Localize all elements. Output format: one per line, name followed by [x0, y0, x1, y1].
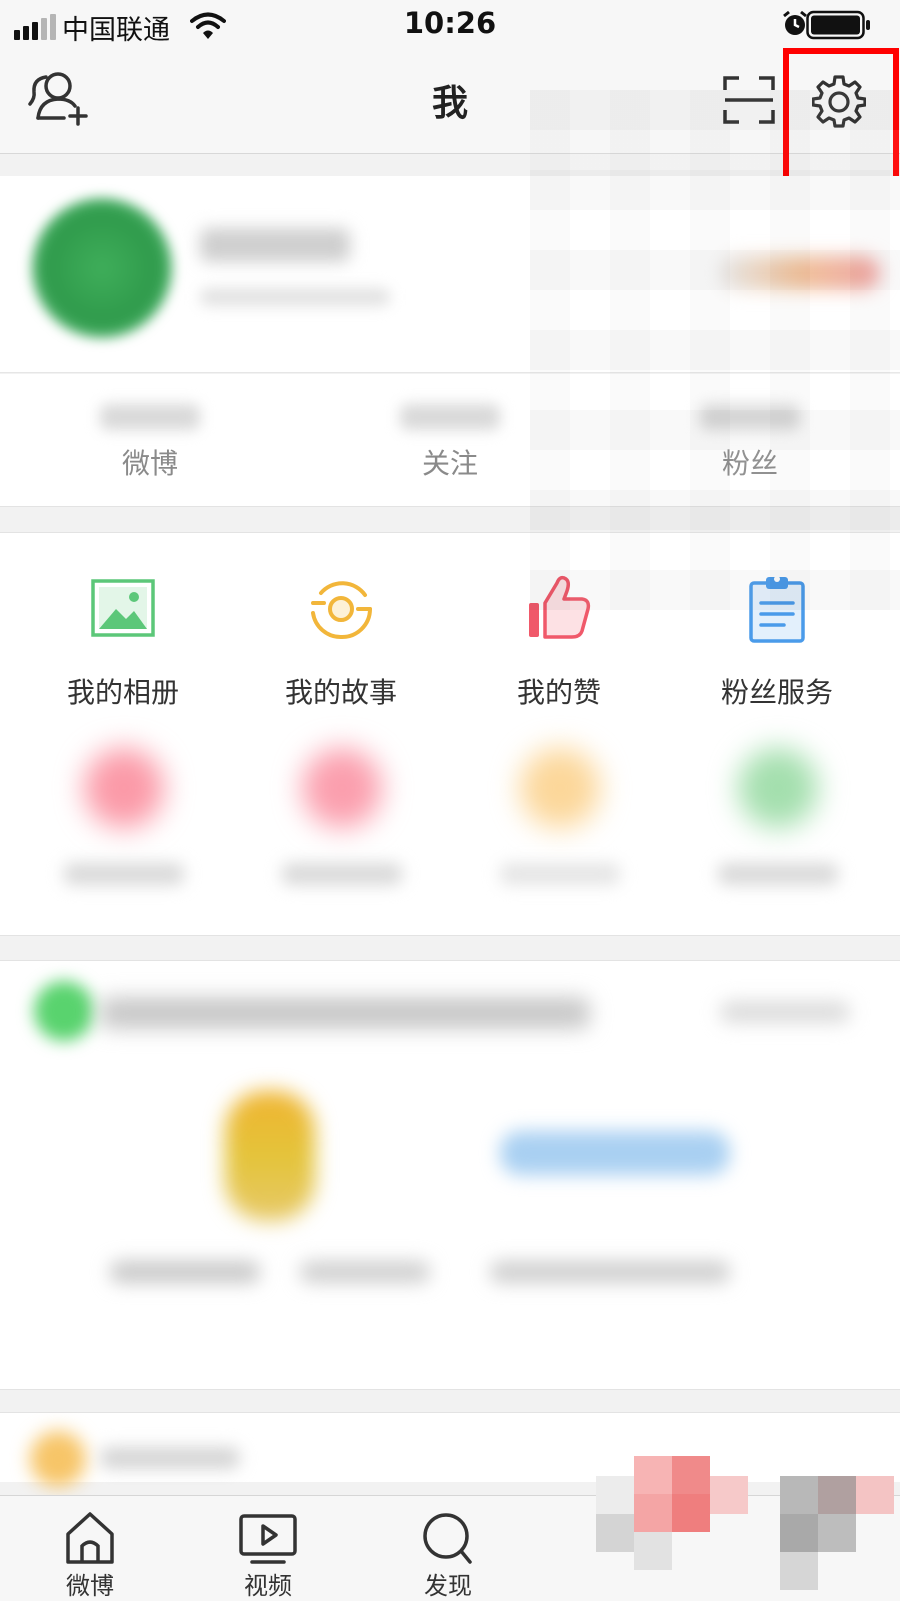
search-icon	[418, 1510, 478, 1566]
video-icon	[238, 1510, 298, 1566]
tab-bar: 微博 视频 发现	[0, 1456, 900, 1601]
tool-label: 我的故事	[284, 676, 397, 709]
stat-count-blurred	[400, 404, 500, 430]
alarm-icon	[782, 10, 808, 42]
profile-bio-blurred	[200, 288, 390, 306]
tool-blurred[interactable]	[14, 738, 232, 908]
tool-blurred[interactable]	[450, 738, 668, 908]
profile-name-blurred	[200, 228, 350, 262]
tab-weibo[interactable]: 微博	[0, 1496, 180, 1601]
blurred-image	[225, 1091, 315, 1221]
blurred-label	[282, 863, 402, 885]
blurred-icon	[738, 748, 818, 828]
tool-label: 粉丝服务	[720, 676, 833, 709]
tab-label: 微博	[66, 1572, 114, 1600]
blurred-icon	[302, 748, 382, 828]
tab-video[interactable]: 视频	[178, 1496, 358, 1601]
avatar[interactable]	[32, 198, 172, 338]
stat-label: 微博	[121, 447, 178, 480]
stat-count-blurred	[100, 404, 200, 430]
blurred-text	[300, 1261, 430, 1283]
bottom-card-blurred[interactable]	[0, 1412, 900, 1487]
tab-label: 视频	[244, 1572, 292, 1600]
blurred-icon	[30, 1431, 86, 1487]
photo-album-icon	[90, 573, 156, 643]
battery-icon	[806, 10, 872, 44]
tool-label: 我的相册	[66, 676, 179, 709]
blurred-label	[718, 863, 838, 885]
tool-my-story[interactable]: 我的故事	[232, 573, 450, 723]
blurred-text	[720, 1001, 850, 1023]
status-bar: 中国联通 10:26	[0, 0, 900, 50]
clock: 10:26	[403, 6, 497, 40]
blurred-text	[490, 1261, 730, 1283]
tool-blurred[interactable]	[668, 738, 886, 908]
home-icon	[60, 1510, 120, 1566]
feed-card-blurred[interactable]	[0, 960, 900, 1390]
story-icon	[308, 573, 374, 643]
blurred-text	[110, 1261, 260, 1283]
tool-my-album[interactable]: 我的相册	[14, 573, 232, 723]
blurred-text	[100, 997, 590, 1029]
tab-label: 发现	[424, 1572, 472, 1600]
blurred-image	[500, 1131, 730, 1175]
pixelated-overlay	[530, 90, 900, 610]
blurred-icon	[34, 981, 94, 1041]
tool-blurred[interactable]	[232, 738, 450, 908]
blurred-label	[64, 863, 184, 885]
blurred-icon	[84, 748, 164, 828]
blurred-text	[100, 1447, 240, 1469]
stat-weibo[interactable]: 微博	[0, 374, 300, 507]
tool-label: 我的赞	[516, 676, 601, 709]
blurred-label	[500, 863, 620, 885]
blurred-icon	[520, 748, 600, 828]
tab-discover[interactable]: 发现	[358, 1496, 538, 1601]
